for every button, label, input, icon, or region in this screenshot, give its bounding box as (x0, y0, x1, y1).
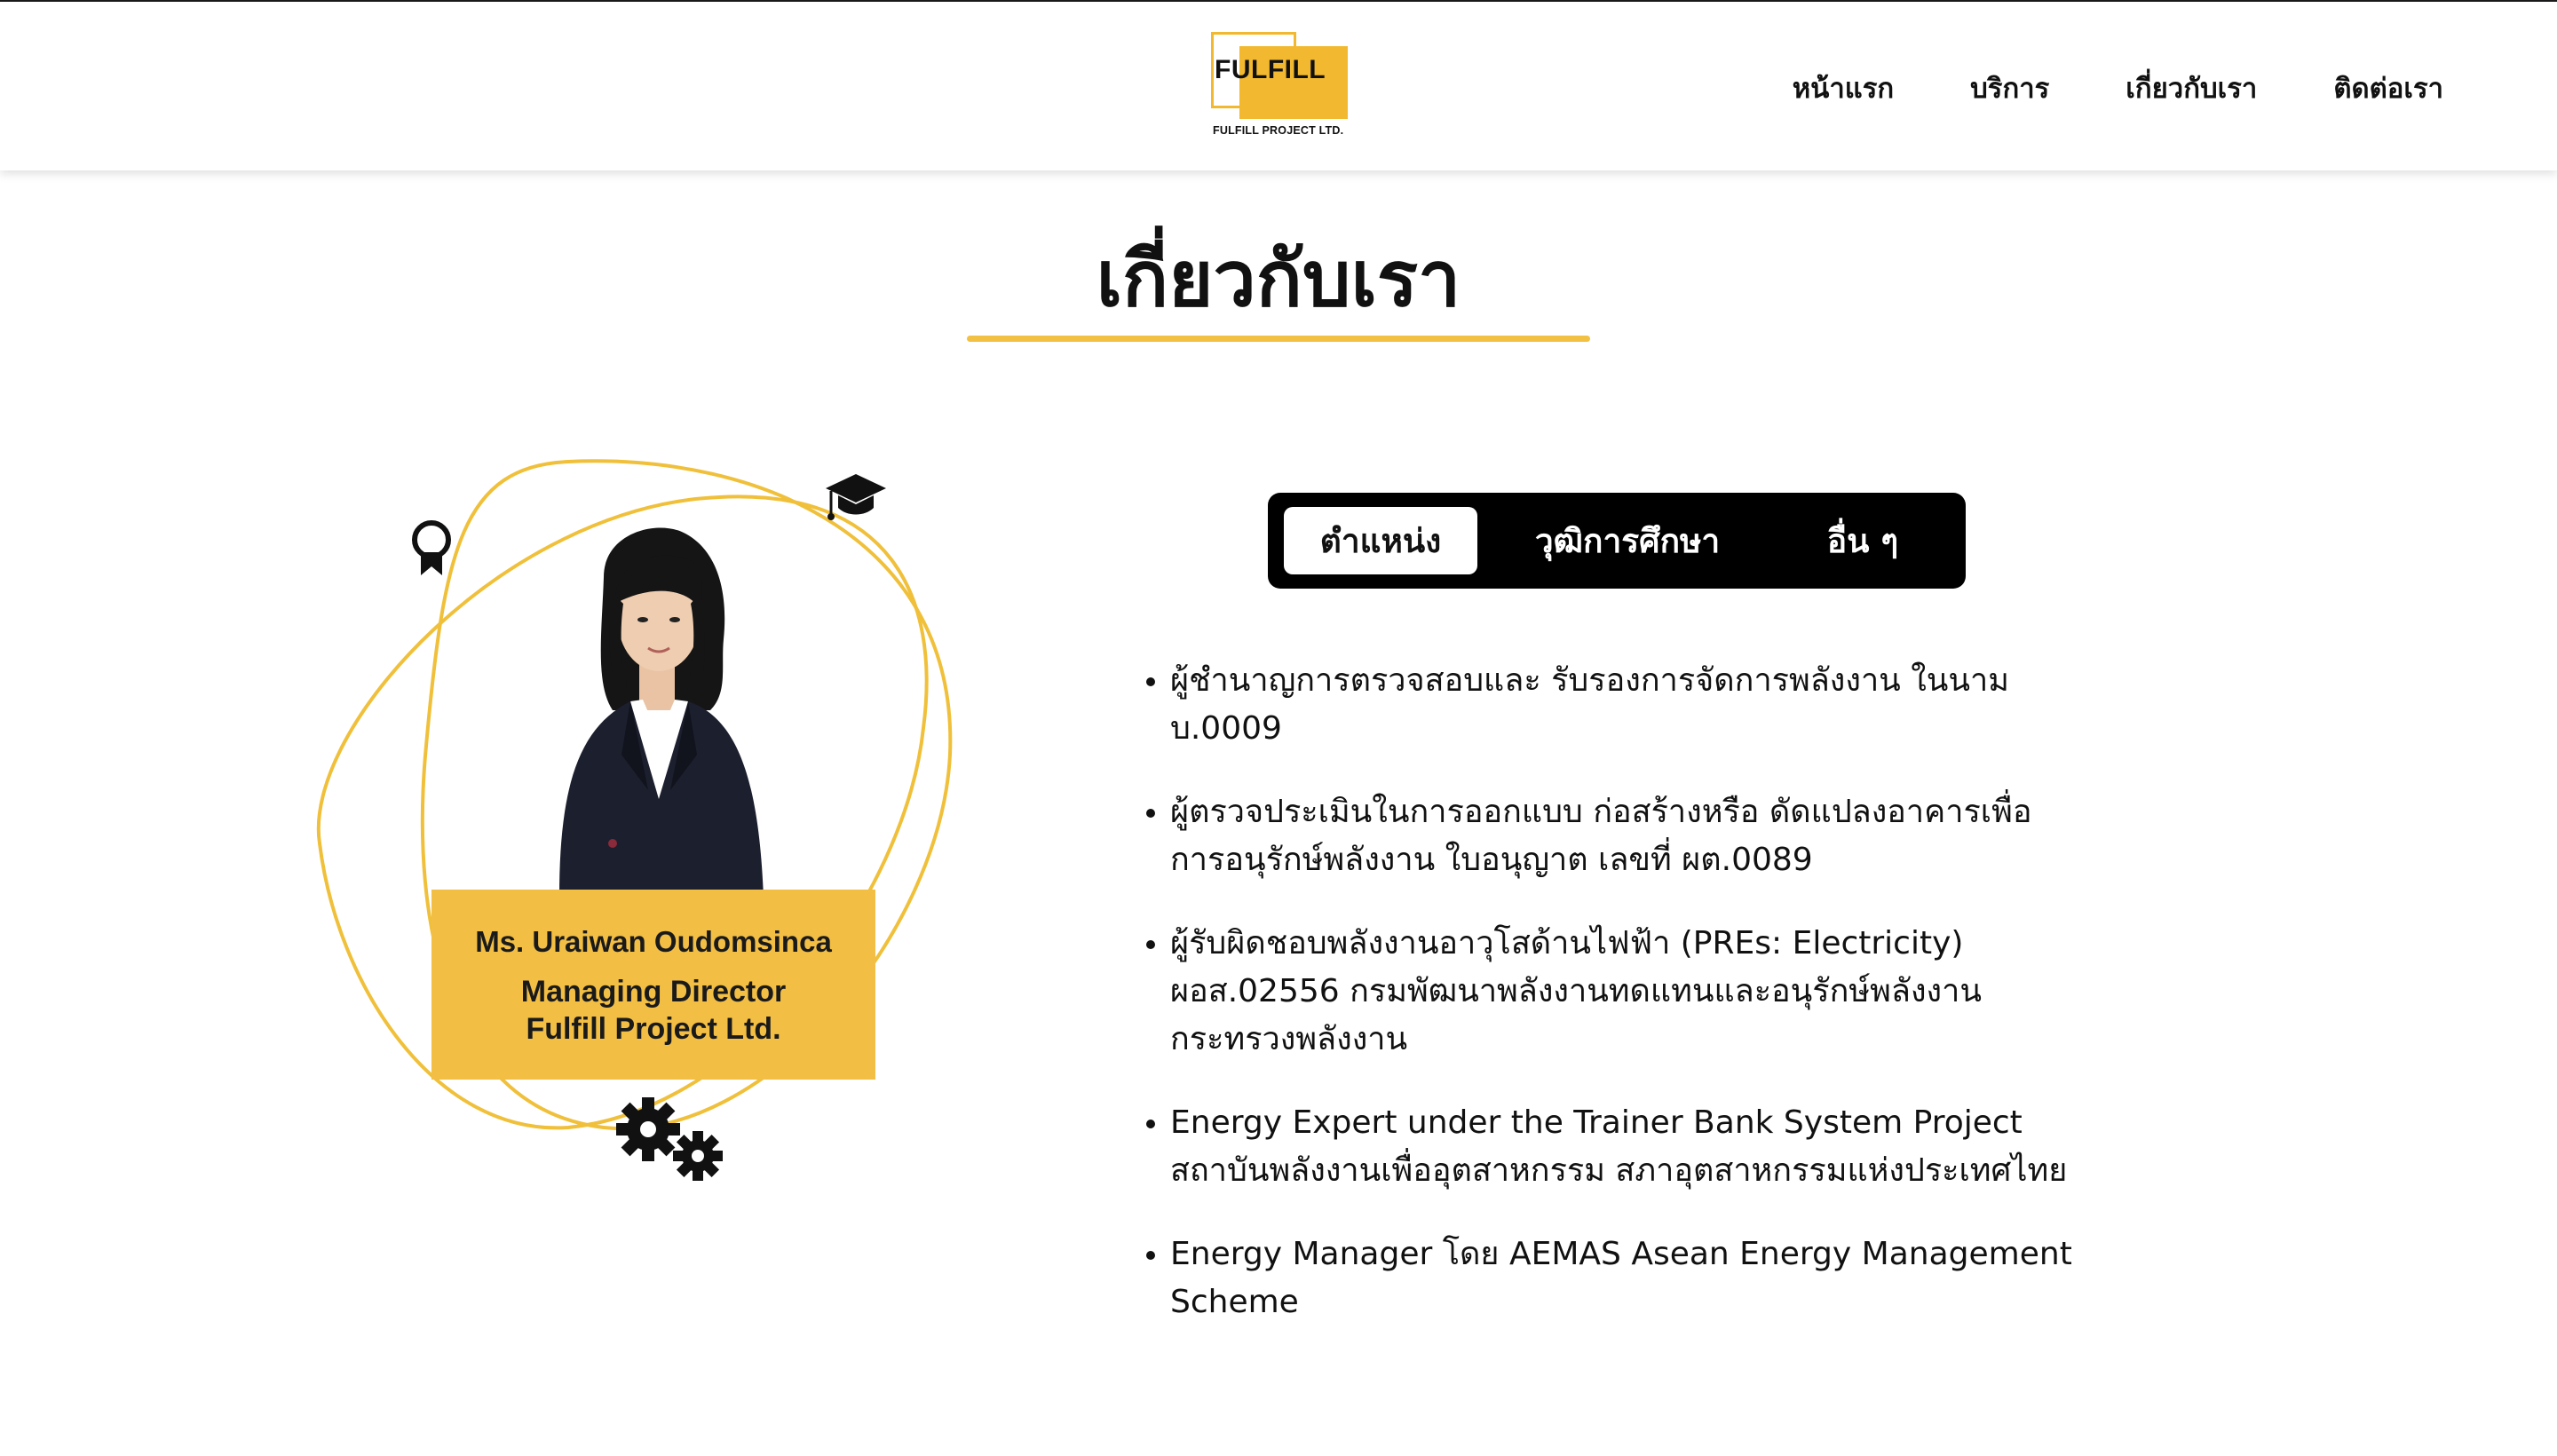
list-item: ผู้ชำนาญการตรวจสอบและ รับรองการจัดการพลั… (1170, 657, 2074, 753)
profile-company: Fulfill Project Ltd. (526, 1012, 781, 1046)
profile-photo (559, 527, 764, 897)
nav-item-about[interactable]: เกี่ยวกับเรา (2126, 66, 2257, 110)
profile-name-card: Ms. Uraiwan Oudomsinca Managing Director… (431, 890, 875, 1080)
nav-item-services[interactable]: บริการ (1970, 66, 2049, 110)
logo-wordmark: FULFILL (1215, 55, 1326, 84)
qualification-list: ผู้ชำนาญการตรวจสอบและ รับรองการจัดการพลั… (1133, 657, 2074, 1362)
list-item: Energy Manager โดย AEMAS Asean Energy Ma… (1170, 1230, 2074, 1326)
nav-item-home[interactable]: หน้าแรก (1793, 66, 1894, 110)
nav-item-contact[interactable]: ติดต่อเรา (2333, 66, 2443, 110)
tab-education[interactable]: วุฒิการศึกษา (1506, 507, 1749, 574)
title-underline (967, 336, 1590, 342)
page-title: เกี่ยวกับเรา (1096, 235, 1461, 324)
award-ribbon-icon (412, 520, 451, 575)
company-logo[interactable]: FULFILL FULFILL PROJECT LTD. (1211, 32, 1353, 142)
site-header: FULFILL FULFILL PROJECT LTD. หน้าแรก บริ… (0, 2, 2557, 170)
list-item: ผู้รับผิดชอบพลังงานอาวุโสด้านไฟฟ้า (PREs… (1170, 920, 2074, 1064)
main-nav: หน้าแรก บริการ เกี่ยวกับเรา ติดต่อเรา (1793, 66, 2443, 110)
logo-subtitle: FULFILL PROJECT LTD. (1213, 124, 1344, 137)
profile-tabs: ตำแหน่ง วุฒิการศึกษา อื่น ๆ (1268, 493, 1966, 589)
profile-job-title: Managing Director (520, 975, 787, 1009)
list-item: Energy Expert under the Trainer Bank Sys… (1170, 1099, 2074, 1195)
profile-name: Ms. Uraiwan Oudomsinca (475, 925, 832, 958)
tab-others[interactable]: อื่น ๆ (1792, 507, 1934, 574)
list-item: ผู้ตรวจประเมินในการออกแบบ ก่อสร้างหรือ ด… (1170, 788, 2074, 884)
profile-graphic: Ms. Uraiwan Oudomsinca Managing Director… (302, 435, 1012, 1199)
tab-position[interactable]: ตำแหน่ง (1284, 507, 1477, 574)
